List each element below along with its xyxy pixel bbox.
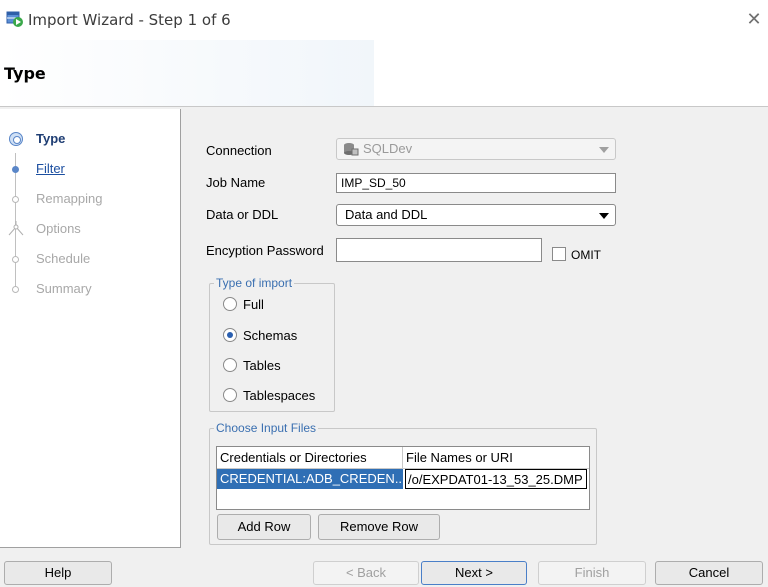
radio-full[interactable] [223, 297, 237, 311]
step-label: Type [36, 131, 66, 146]
radio-tables[interactable] [223, 358, 237, 372]
radio-tables-label: Tables [243, 358, 281, 373]
cancel-button[interactable]: Cancel [655, 561, 763, 585]
radio-tablespaces-label: Tablespaces [243, 388, 316, 403]
step-label: Filter [36, 161, 65, 176]
next-label: Next > [455, 565, 493, 580]
radio-schemas-label: Schemas [243, 328, 298, 343]
input-files-legend: Choose Input Files [216, 421, 317, 435]
help-label: Help [44, 565, 72, 580]
finish-label: Finish [574, 565, 610, 580]
step-label: Summary [36, 281, 92, 296]
step-dot-icon [12, 196, 19, 203]
branch-icon [6, 221, 26, 237]
input-files-table: Credentials or Directories File Names or… [216, 446, 590, 510]
password-label: Encyption Password [206, 243, 324, 258]
back-button: < Back [313, 561, 419, 585]
database-icon [343, 142, 359, 156]
header-divider [0, 106, 768, 107]
step-label: Schedule [36, 251, 91, 266]
data-ddl-select[interactable]: Data and DDL [336, 204, 616, 226]
omit-label: OMIT [571, 248, 601, 262]
next-button[interactable]: Next > [421, 561, 527, 585]
add-row-button[interactable]: Add Row [217, 514, 311, 540]
step-options: Options [0, 215, 180, 243]
type-of-import-legend: Type of import [216, 276, 293, 290]
remove-row-button[interactable]: Remove Row [318, 514, 440, 540]
app-icon [6, 10, 24, 28]
step-remapping: Remapping [0, 185, 180, 213]
step-type[interactable]: Type [0, 125, 180, 153]
step-dot-icon [12, 256, 19, 263]
steps-sidebar: Type Filter Remapping Options Schedule S… [0, 109, 181, 548]
job-name-field[interactable]: IMP_SD_50 [336, 173, 616, 193]
job-name-label: Job Name [206, 175, 266, 190]
step-filter[interactable]: Filter [0, 155, 180, 183]
step-summary: Summary [0, 275, 180, 303]
chevron-down-icon [599, 213, 609, 219]
chevron-down-icon [599, 147, 609, 153]
radio-tablespaces[interactable] [223, 388, 237, 402]
step-label: Remapping [36, 191, 103, 206]
column-header-uri[interactable]: File Names or URI [403, 447, 589, 469]
connection-select: SQLDev [336, 138, 616, 160]
cancel-label: Cancel [688, 565, 730, 580]
data-ddl-label: Data or DDL [206, 207, 279, 222]
connection-value: SQLDev [363, 141, 413, 156]
connection-label: Connection [206, 143, 272, 158]
step-label: Options [36, 221, 81, 236]
password-field[interactable] [336, 238, 542, 262]
back-label: < Back [345, 565, 387, 580]
step-dot-icon [12, 286, 19, 293]
column-header-credentials[interactable]: Credentials or Directories [217, 447, 403, 469]
step-schedule: Schedule [0, 245, 180, 273]
step-dot-icon [12, 166, 19, 173]
data-ddl-value: Data and DDL [345, 207, 428, 222]
page-title: Type [4, 64, 46, 83]
radio-full-label: Full [243, 297, 264, 312]
credential-cell[interactable]: CREDENTIAL:ADB_CREDEN... [217, 469, 403, 489]
uri-cell[interactable]: /o/EXPDAT01-13_53_25.DMP [405, 469, 587, 489]
window-title: Import Wizard - Step 1 of 6 [28, 11, 231, 29]
current-step-dot [13, 136, 21, 144]
header-background [374, 40, 768, 106]
close-icon[interactable]: ✕ [744, 9, 764, 29]
finish-button: Finish [538, 561, 646, 585]
radio-schemas[interactable] [223, 328, 237, 342]
help-button[interactable]: Help [4, 561, 112, 585]
omit-checkbox[interactable] [552, 247, 566, 261]
